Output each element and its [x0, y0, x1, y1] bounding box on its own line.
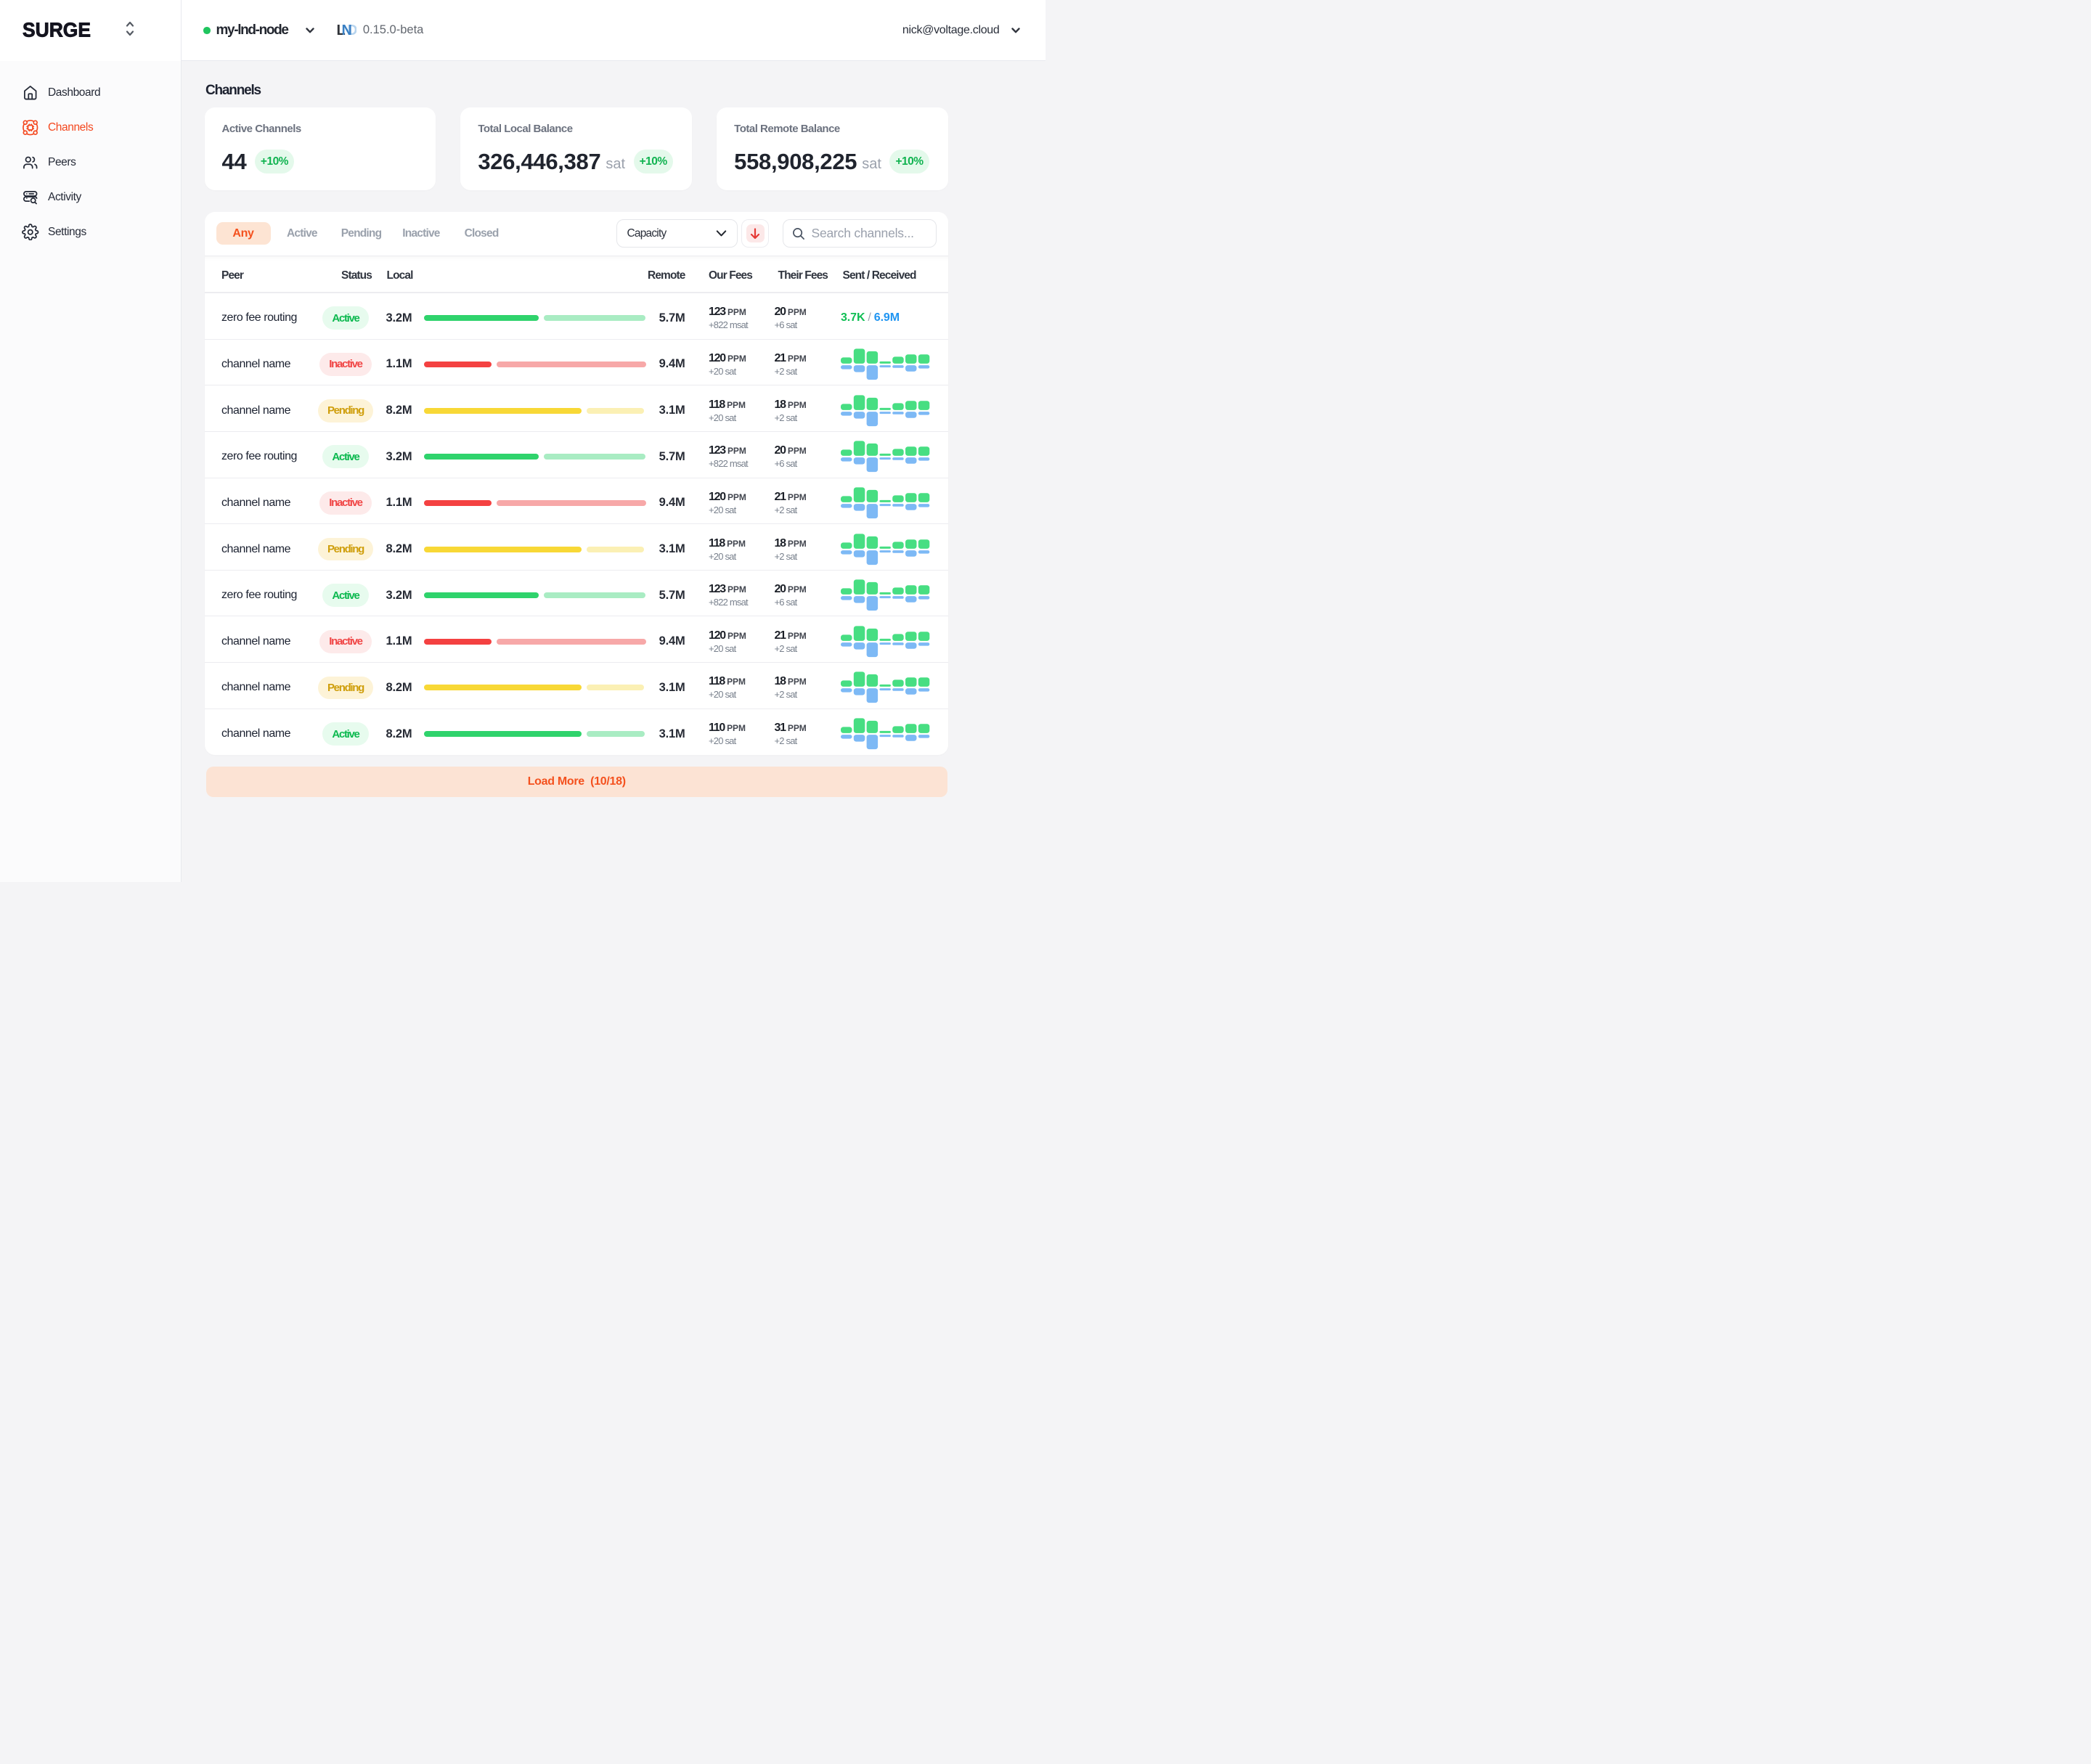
svg-text:SURGE: SURGE — [23, 19, 91, 41]
svg-text:N: N — [342, 24, 352, 36]
